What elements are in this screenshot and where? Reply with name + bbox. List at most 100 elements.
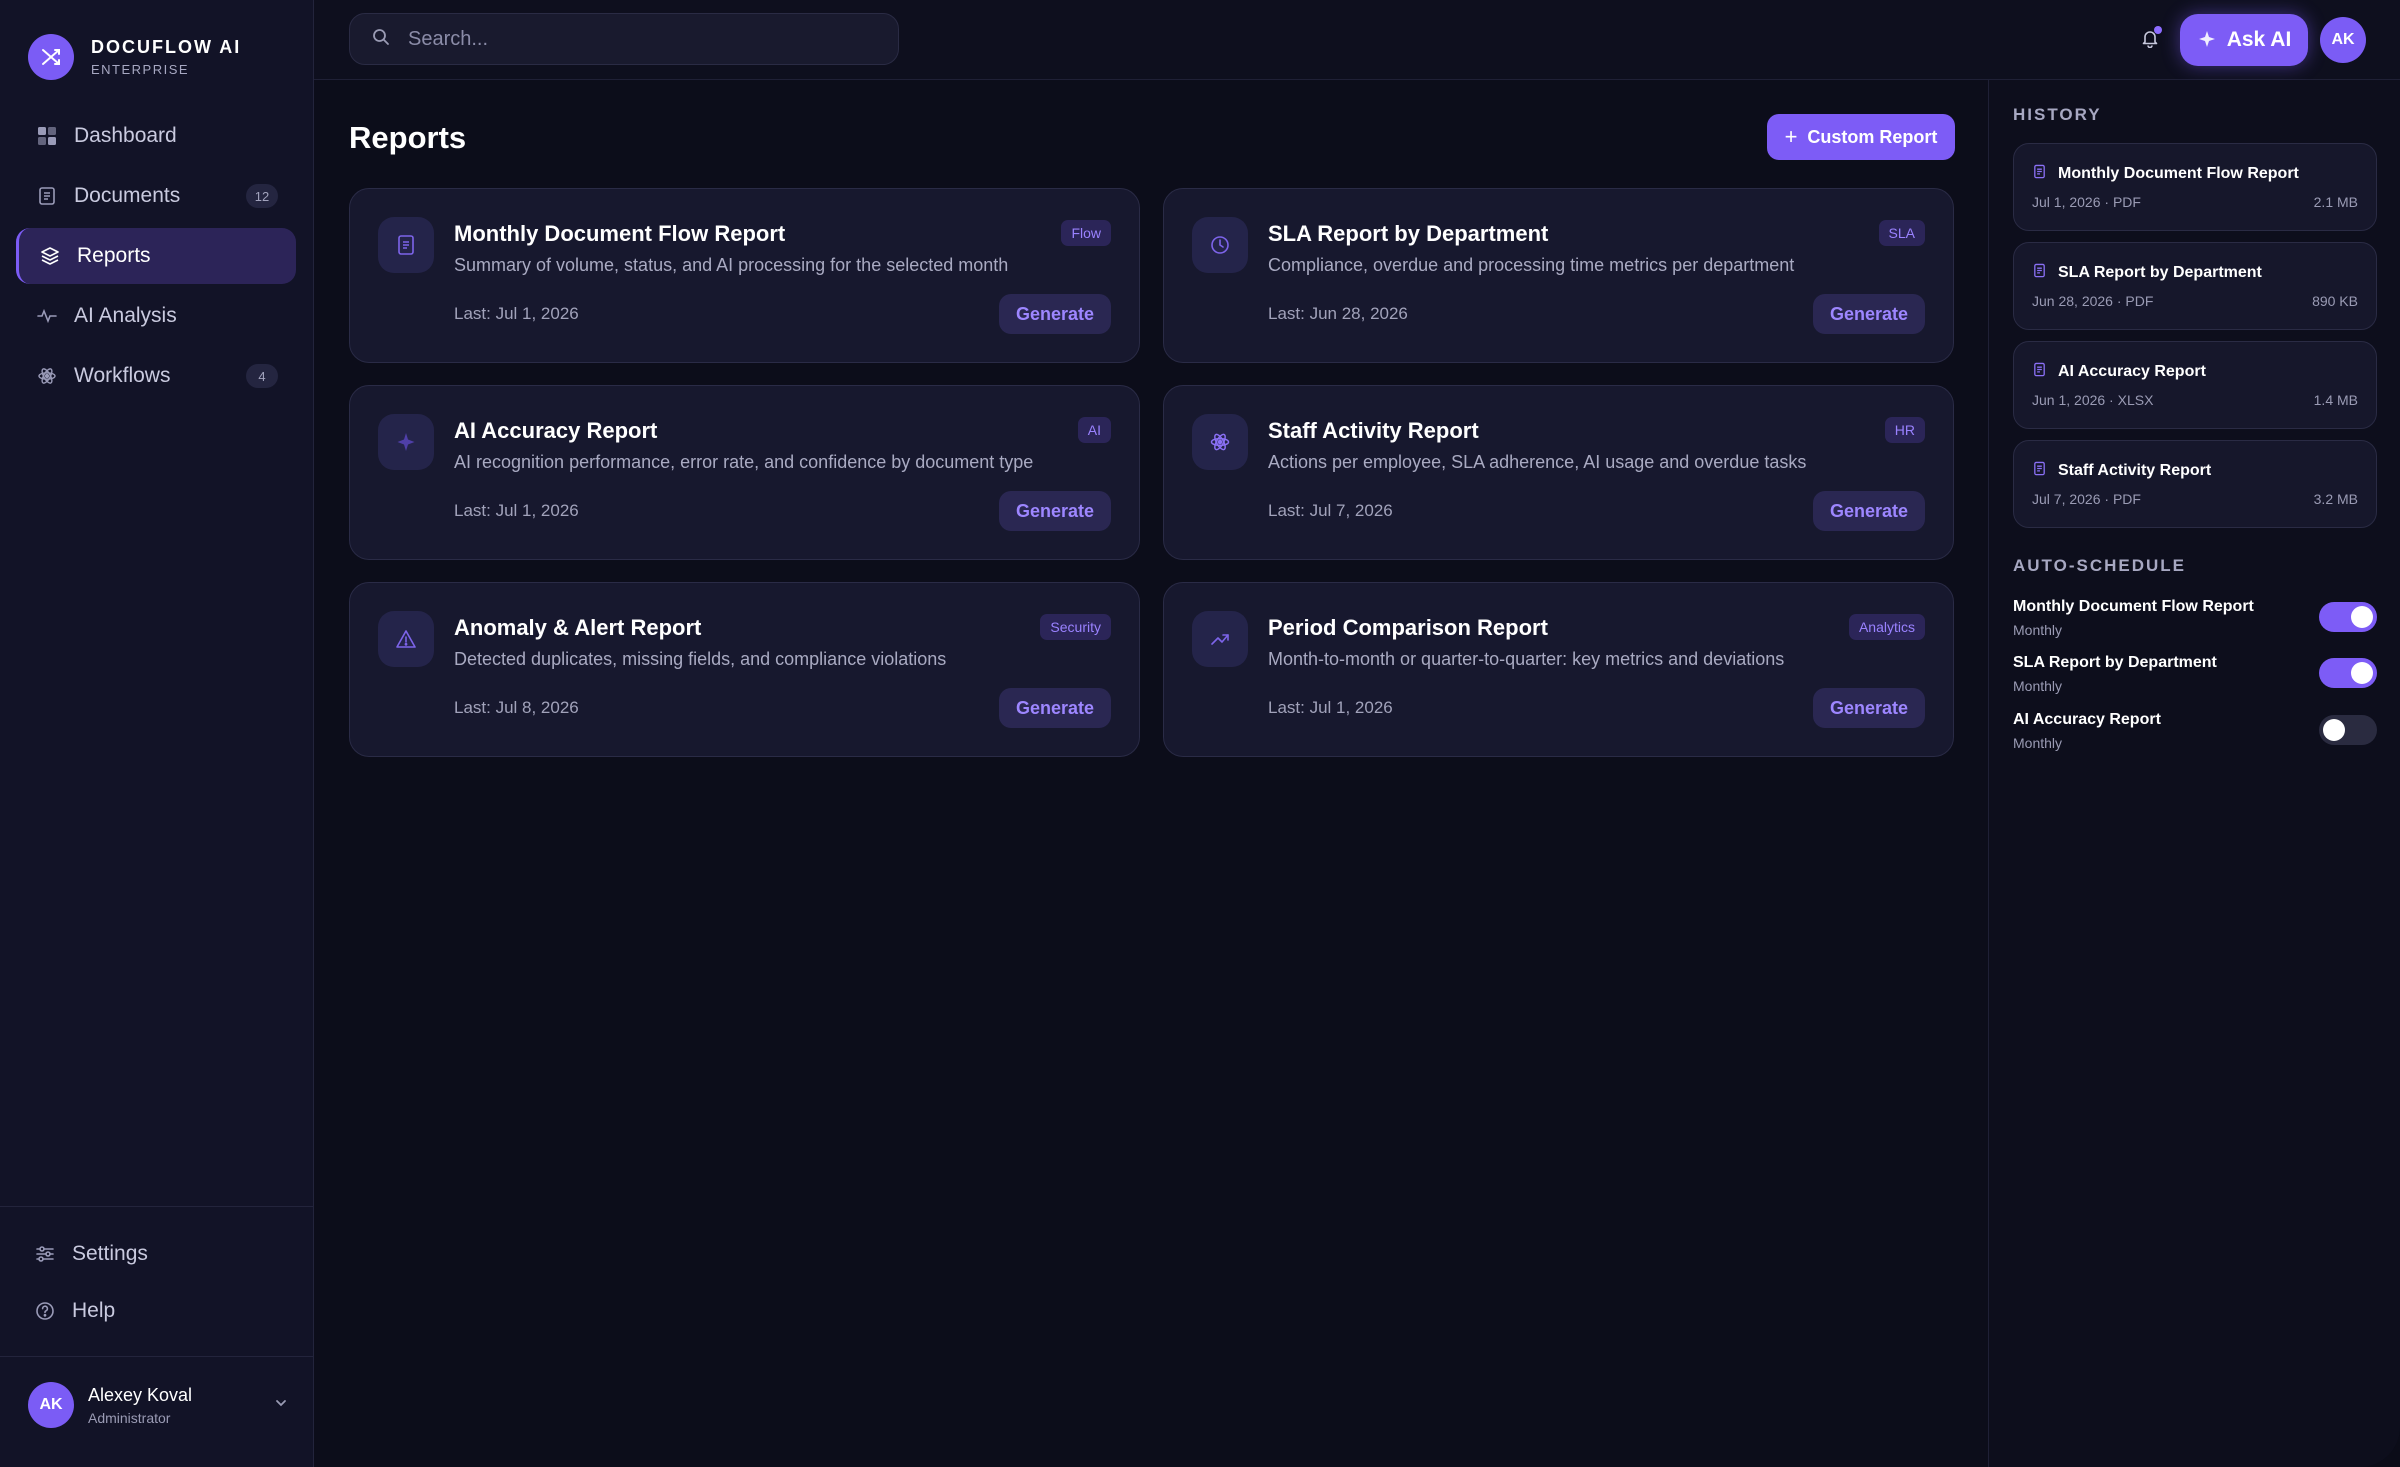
category-tag: Security — [1040, 614, 1111, 640]
schedule-item: Monthly Document Flow Report Monthly — [2013, 598, 2377, 648]
report-card[interactable]: Anomaly & Alert Report Detected duplicat… — [349, 582, 1140, 757]
history-title-text: SLA Report by Department — [2058, 264, 2262, 281]
generate-button[interactable]: Generate — [1813, 688, 1925, 728]
last-generated: Last: Jul 8, 2026 — [454, 698, 579, 717]
sidebar-divider — [0, 1356, 314, 1357]
search-box[interactable] — [349, 13, 899, 65]
sparkle-icon — [2197, 30, 2217, 50]
report-description: Detected duplicates, missing fields, and… — [454, 649, 947, 669]
report-title: Staff Activity Report — [1268, 418, 1479, 443]
custom-report-button[interactable]: + Custom Report — [1767, 114, 1955, 160]
ask-ai-label: Ask AI — [2226, 28, 2292, 51]
sidebar-item-reports[interactable]: Reports — [16, 228, 296, 284]
brand[interactable]: DOCUFLOW AI ENTERPRISE — [28, 34, 241, 80]
schedule-toggle[interactable] — [2319, 658, 2377, 688]
report-title: Monthly Document Flow Report — [454, 221, 786, 246]
file-size: 1.4 MB — [2313, 392, 2358, 408]
report-card[interactable]: SLA Report by Department Compliance, ove… — [1163, 188, 1954, 363]
sidebar-item-workflows[interactable]: Workflows 4 — [16, 348, 296, 404]
sidebar-item-help[interactable]: Help — [16, 1283, 296, 1339]
sidebar-item-dashboard[interactable]: Dashboard — [16, 108, 296, 164]
warning-icon — [378, 611, 434, 667]
schedule-toggle[interactable] — [2319, 715, 2377, 745]
category-tag: AI — [1077, 417, 1111, 443]
last-generated: Last: Jun 28, 2026 — [1268, 304, 1408, 323]
report-title: AI Accuracy Report — [454, 418, 658, 443]
notifications-button[interactable] — [2132, 22, 2168, 58]
search-input[interactable] — [408, 27, 888, 51]
trend-up-icon — [1192, 611, 1248, 667]
report-card[interactable]: Monthly Document Flow Report Summary of … — [349, 188, 1140, 363]
search-icon — [372, 28, 390, 51]
toggle-knob — [2323, 719, 2345, 741]
report-title: Anomaly & Alert Report — [454, 615, 702, 640]
history-item[interactable]: AI Accuracy Report Jun 1, 2026 · XLSX 1.… — [2013, 341, 2377, 429]
history-title: HISTORY — [2013, 105, 2102, 124]
sidebar-item-label: Help — [72, 1299, 116, 1322]
generate-button[interactable]: Generate — [999, 294, 1111, 334]
generate-button[interactable]: Generate — [999, 688, 1111, 728]
category-tag: Flow — [1061, 220, 1111, 246]
topbar: Ask AI AK — [314, 0, 2400, 80]
sidebar-item-label: Documents — [74, 184, 181, 207]
history-meta: Jun 1, 2026 · XLSX — [2032, 392, 2154, 408]
report-title: SLA Report by Department — [1268, 221, 1549, 246]
toggle-knob — [2351, 662, 2373, 684]
help-circle-icon — [34, 1300, 56, 1322]
document-icon — [2032, 362, 2047, 382]
plus-icon: + — [1784, 124, 1798, 149]
sidebar-divider — [0, 1206, 314, 1207]
custom-report-label: Custom Report — [1807, 126, 1938, 147]
user-name: Alexey Koval — [88, 1384, 193, 1405]
report-card[interactable]: AI Accuracy Report AI recognition perfor… — [349, 385, 1140, 560]
generate-button[interactable]: Generate — [1813, 491, 1925, 531]
history-meta: Jun 28, 2026 · PDF — [2032, 293, 2154, 309]
schedule-toggle[interactable] — [2319, 602, 2377, 632]
brand-subtitle: ENTERPRISE — [91, 62, 190, 77]
history-item[interactable]: SLA Report by Department Jun 28, 2026 · … — [2013, 242, 2377, 330]
sidebar-item-label: Settings — [72, 1242, 148, 1265]
sidebar-item-label: Workflows — [74, 364, 171, 387]
sparkle-icon — [378, 414, 434, 470]
sidebar-item-label: Reports — [77, 244, 151, 267]
main-content: Reports + Custom Report Monthly Document… — [314, 80, 1988, 1467]
report-title: Period Comparison Report — [1268, 615, 1548, 640]
file-size: 2.1 MB — [2313, 194, 2358, 210]
brand-name: DOCUFLOW AI — [91, 37, 242, 57]
document-icon — [2032, 461, 2047, 481]
document-icon — [2032, 164, 2047, 184]
history-meta: Jul 7, 2026 · PDF — [2032, 491, 2141, 507]
history-item[interactable]: Monthly Document Flow Report Jul 1, 2026… — [2013, 143, 2377, 231]
avatar[interactable]: AK — [2320, 17, 2366, 63]
user-profile[interactable]: AK Alexey Koval Administrator — [28, 1382, 288, 1428]
ask-ai-button[interactable]: Ask AI — [2180, 14, 2308, 66]
report-card[interactable]: Period Comparison Report Month-to-month … — [1163, 582, 1954, 757]
sidebar-bottom-nav: Settings Help — [16, 1226, 296, 1340]
document-icon — [378, 217, 434, 273]
last-generated: Last: Jul 1, 2026 — [454, 501, 579, 520]
history-item[interactable]: Staff Activity Report Jul 7, 2026 · PDF … — [2013, 440, 2377, 528]
avatar: AK — [28, 1382, 74, 1428]
count-badge: 12 — [246, 184, 278, 208]
report-card[interactable]: Staff Activity Report Actions per employ… — [1163, 385, 1954, 560]
right-panel: HISTORY Monthly Document Flow Report Jul… — [1988, 80, 2400, 1467]
sidebar-nav: Dashboard Documents 12 Reports AI Analys… — [16, 108, 296, 408]
history-title-text: AI Accuracy Report — [2058, 363, 2206, 380]
document-icon — [36, 185, 58, 207]
sidebar-item-ai-analysis[interactable]: AI Analysis — [16, 288, 296, 344]
sidebar-item-documents[interactable]: Documents 12 — [16, 168, 296, 224]
generate-button[interactable]: Generate — [999, 491, 1111, 531]
last-generated: Last: Jul 7, 2026 — [1268, 501, 1393, 520]
sidebar: DOCUFLOW AI ENTERPRISE Dashboard Documen… — [0, 0, 314, 1467]
sidebar-item-settings[interactable]: Settings — [16, 1226, 296, 1282]
count-badge: 4 — [246, 364, 278, 388]
sidebar-item-label: Dashboard — [74, 124, 177, 147]
report-description: Actions per employee, SLA adherence, AI … — [1268, 452, 1807, 472]
generate-button[interactable]: Generate — [1813, 294, 1925, 334]
schedule-item: SLA Report by Department Monthly — [2013, 654, 2377, 704]
last-generated: Last: Jul 1, 2026 — [454, 304, 579, 323]
report-description: Compliance, overdue and processing time … — [1268, 255, 1795, 275]
chevron-down-icon[interactable] — [274, 1396, 288, 1415]
layers-icon — [39, 245, 61, 267]
history-title-text: Staff Activity Report — [2058, 462, 2212, 479]
